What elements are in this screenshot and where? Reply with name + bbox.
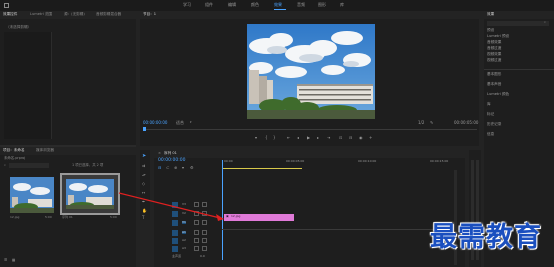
watermark-text: 最需教育 [430, 222, 542, 253]
panel-essential-graphics[interactable]: 基本图形 [487, 72, 501, 77]
effects-search-input[interactable] [487, 21, 549, 26]
panel-essential-sound[interactable]: 基本声音 [487, 82, 501, 87]
effects-divider [484, 69, 554, 70]
panel-info[interactable]: 信息 [487, 132, 494, 137]
effects-tabbar: 效果 [484, 11, 554, 19]
panel-markers[interactable]: 标记 [487, 112, 494, 117]
annotation-arrow-head [216, 214, 224, 221]
tree-item-video-transitions[interactable]: 视频过渡 [487, 58, 501, 63]
tree-item-lumetri-presets[interactable]: Lumetri 预设 [487, 34, 509, 39]
workspace-panels-list: 基本图形 基本声音 Lumetri 颜色 库 标记 历史记录 信息 [487, 72, 551, 143]
panel-libraries[interactable]: 库 [487, 102, 491, 107]
panel-lumetri-color[interactable]: Lumetri 颜色 [487, 92, 509, 97]
tree-item-video-effects[interactable]: 视频效果 [487, 52, 501, 57]
search-icon[interactable]: ⌕ [544, 20, 546, 24]
tree-item-audio-effects[interactable]: 音频效果 [487, 40, 501, 45]
tab-effects[interactable]: 效果 [487, 12, 494, 17]
annotation-arrow-line [118, 192, 221, 219]
tree-item-audio-transitions[interactable]: 音频过渡 [487, 46, 501, 51]
tree-item-presets[interactable]: 预设 [487, 28, 494, 33]
effects-tree: 预设 Lumetri 预设 音频效果 音频过渡 视频效果 视频过渡 [487, 28, 551, 69]
panel-history[interactable]: 历史记录 [487, 122, 501, 127]
